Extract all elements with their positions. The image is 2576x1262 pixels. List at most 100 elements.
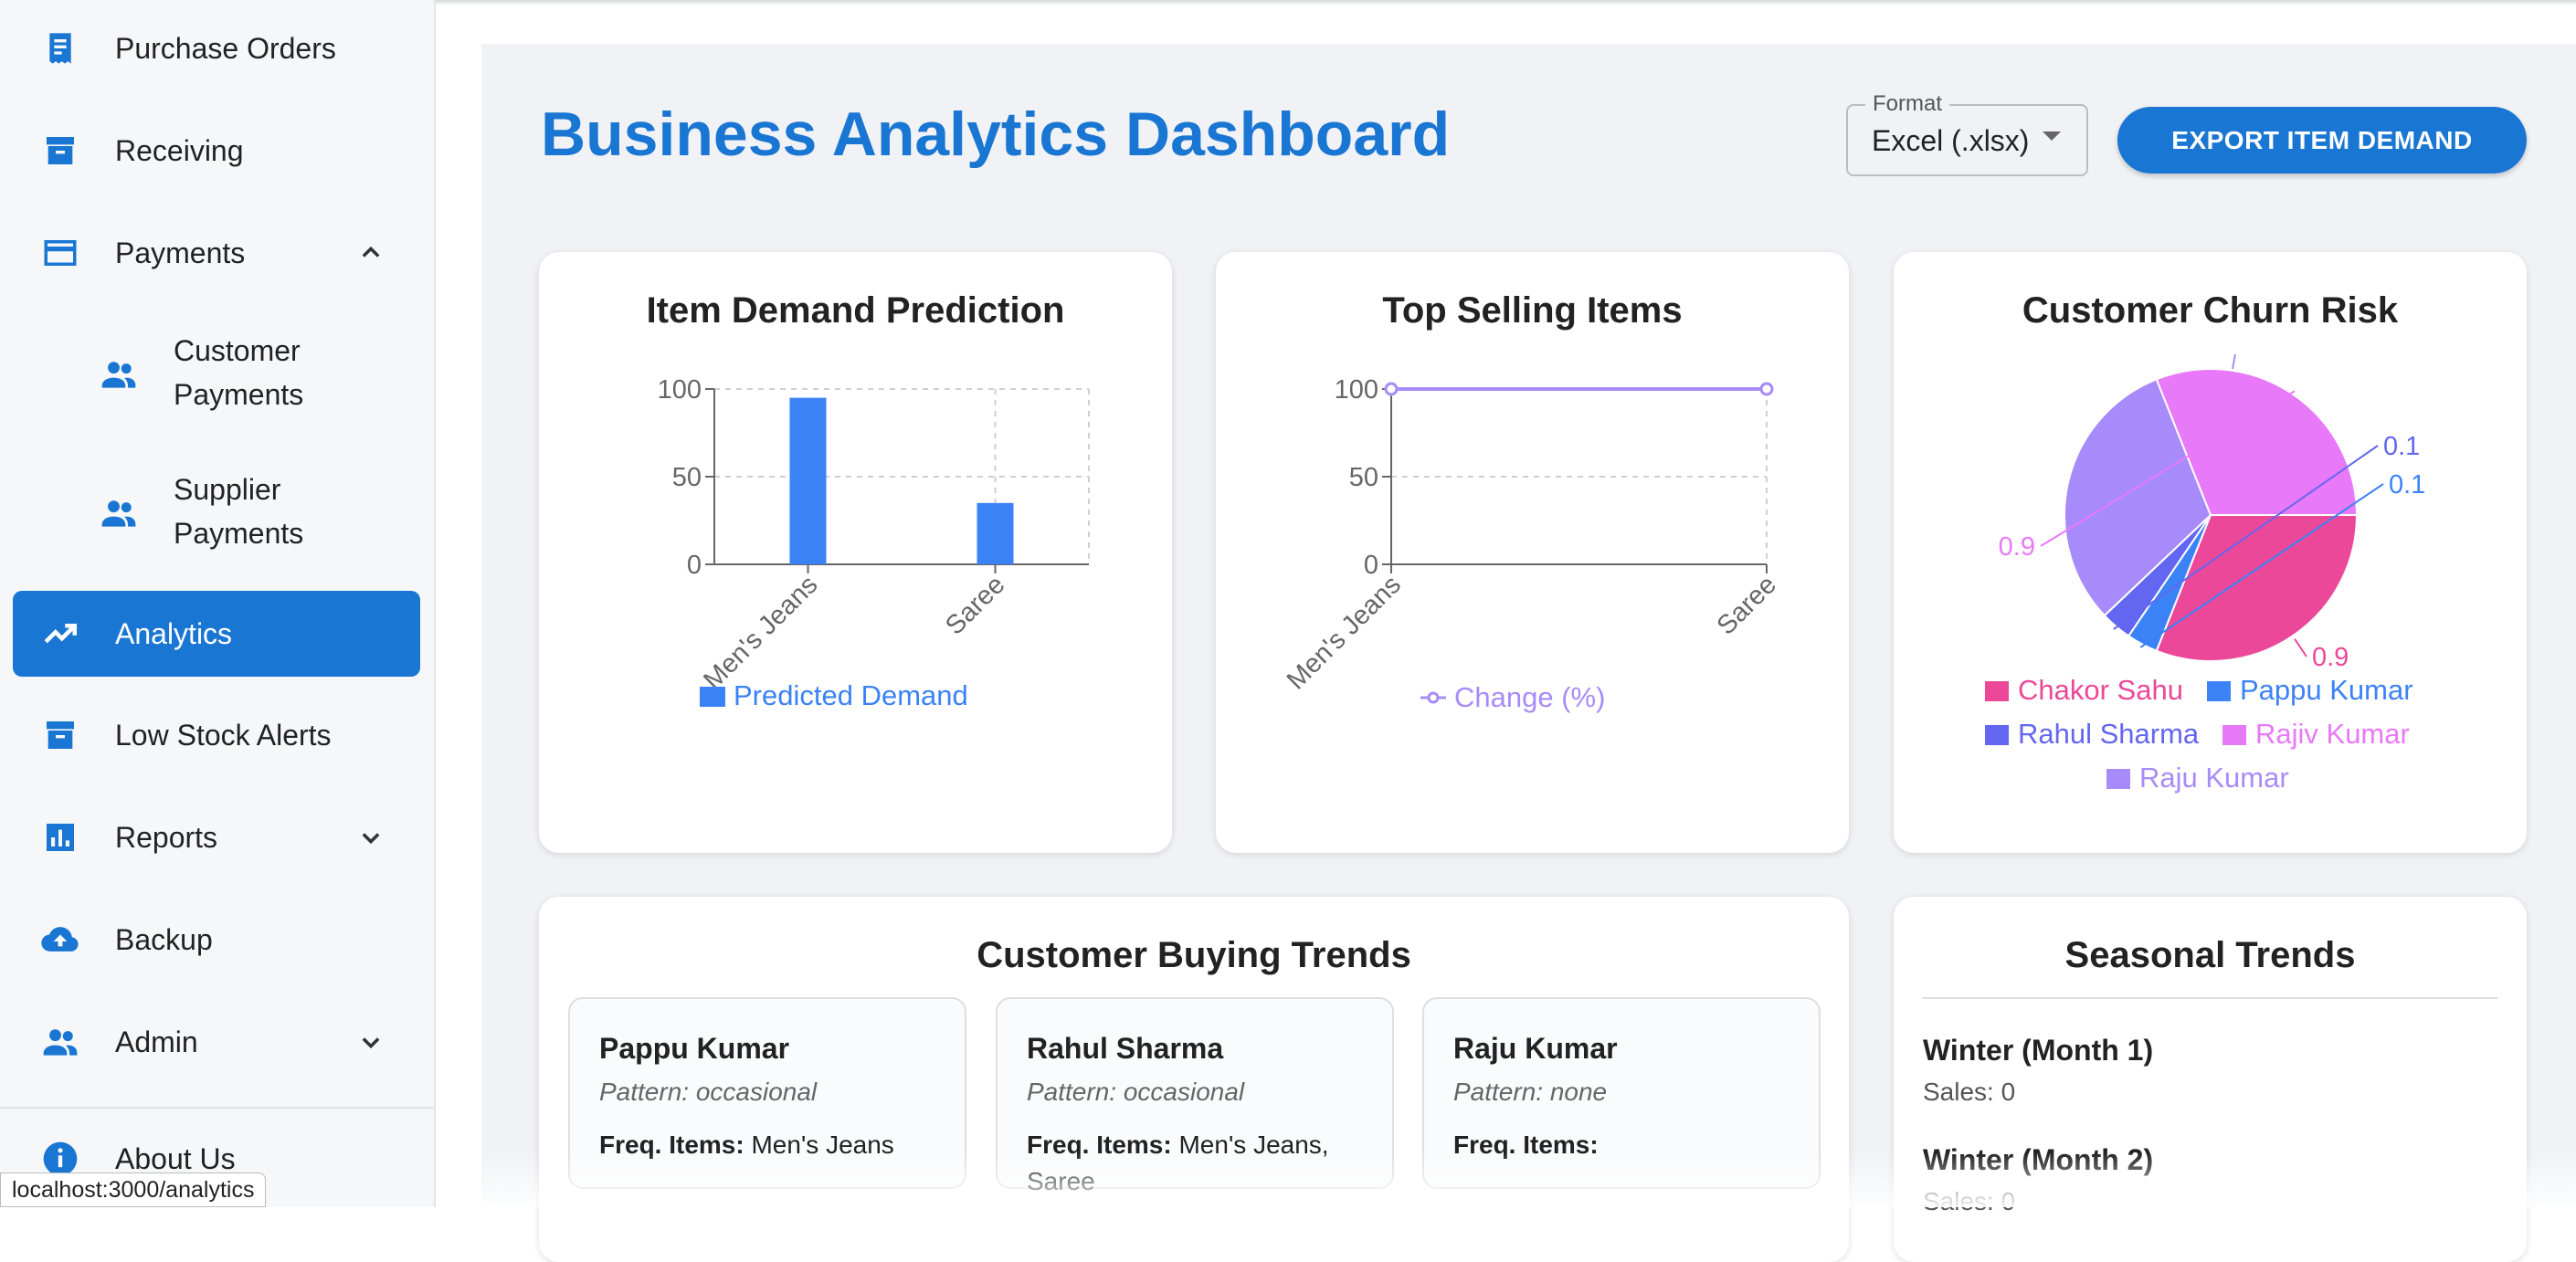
trending-up-icon: [38, 612, 82, 656]
cloud-upload-icon: [38, 918, 82, 962]
sidebar-item-payments[interactable]: Payments: [13, 210, 420, 296]
trend-card-pappu: Pappu Kumar Pattern: occasional Freq. It…: [568, 997, 966, 1189]
y-tick-label: 0: [687, 551, 702, 580]
card-title: Customer Buying Trends: [977, 935, 1411, 975]
trend-pattern: Pattern: occasional: [1027, 1078, 1245, 1106]
sidebar-item-label: Reports: [115, 821, 218, 854]
sidebar-divider: [0, 1107, 436, 1109]
people-icon: [97, 352, 141, 396]
archive-icon: [38, 713, 82, 757]
demand-bar-chart: 0 50 100 Men's Jeans Saree Predicted Demand: [658, 375, 1090, 711]
bar-chart-icon: [38, 815, 82, 859]
item-demand-card: Item Demand Prediction 0 50 100 Men's Jeans…: [539, 252, 1172, 853]
series-point: [1384, 382, 1399, 396]
season-name: Winter (Month 1): [1923, 1034, 2154, 1067]
top-selling-line-chart: 0 50 100 Men's Jeans Saree Change (%): [1282, 375, 1782, 713]
slice-label: 0.9: [1999, 532, 2035, 562]
sidebar-item-label: Backup: [115, 923, 213, 956]
sidebar-item-analytics[interactable]: Analytics: [13, 591, 420, 677]
legend-label: Chakor Sahu: [2018, 674, 2183, 706]
sidebar-item-label: Admin: [115, 1025, 198, 1058]
sidebar-item-label: Purchase Orders: [115, 32, 336, 65]
sidebar-item-backup[interactable]: Backup: [13, 897, 420, 983]
sidebar-item-low-stock-alerts[interactable]: Low Stock Alerts: [13, 692, 420, 778]
slice-label: 0.1: [2383, 432, 2420, 461]
legend-label: Predicted Demand: [734, 679, 968, 711]
sidebar-item-label: Receiving: [115, 134, 244, 167]
sidebar-item-purchase-orders[interactable]: Purchase Orders: [13, 5, 420, 91]
legend-marker: [1427, 691, 1440, 704]
slice-leader-line: [2294, 638, 2307, 657]
legend-swatch: [1985, 681, 2009, 701]
x-tick-label: Men's Jeans: [1282, 570, 1407, 695]
sidebar-item-reports[interactable]: Reports: [13, 794, 420, 880]
sidebar-item-label: Payments: [174, 378, 304, 411]
people-icon: [97, 491, 141, 535]
slice-leader-line: [2232, 353, 2236, 370]
sidebar-item-supplier-payments[interactable]: Supplier Payments: [13, 468, 420, 559]
series-point: [1759, 382, 1774, 396]
export-item-demand-button[interactable]: EXPORT ITEM DEMAND: [2117, 107, 2527, 174]
status-bar-url: localhost:3000/analytics: [0, 1173, 267, 1207]
sidebar-item-receiving[interactable]: Receiving: [13, 108, 420, 194]
legend-label: Raju Kumar: [2139, 762, 2289, 794]
seasonal-divider: [1922, 997, 2497, 999]
legend-label: Pappu Kumar: [2240, 674, 2413, 706]
y-tick-label: 100: [1335, 375, 1378, 405]
trend-card-rahul: Rahul Sharma Pattern: occasional Freq. I…: [996, 997, 1394, 1195]
sidebar-item-label: Payments: [174, 517, 304, 550]
chevron-up-icon[interactable]: [353, 235, 389, 271]
credit-card-icon: [38, 231, 82, 275]
trend-customer-name: Raju Kumar: [1453, 1032, 1618, 1065]
trend-card-raju: Raju Kumar Pattern: none Freq. Items:: [1422, 997, 1821, 1189]
format-select-value[interactable]: Excel (.xlsx): [1872, 124, 2029, 158]
sidebar-item-label: Analytics: [115, 617, 233, 650]
churn-pie-chart: 0.9 0.1 0.1 0.9 Chakor Sahu Pappu Kumar Rahul …: [1985, 353, 2425, 794]
dropdown-caret-icon[interactable]: [2043, 131, 2061, 141]
trend-pattern: Pattern: none: [1453, 1078, 1608, 1106]
sidebar-item-customer-payments[interactable]: Customer Payments: [13, 329, 420, 420]
sidebar-item-admin[interactable]: Admin: [13, 999, 420, 1085]
page-title: Business Analytics Dashboard: [541, 100, 1451, 169]
trend-customer-name: Pappu Kumar: [599, 1032, 790, 1065]
trend-freq-items: Freq. Items:: [1453, 1131, 1599, 1159]
trend-freq-items: Freq. Items: Men's Jeans, Saree: [1027, 1131, 1329, 1195]
slice-label: 0.9: [2312, 643, 2349, 672]
legend-swatch: [700, 687, 725, 707]
season-name: Winter (Month 2): [1923, 1143, 2154, 1176]
y-tick-label: 100: [658, 375, 702, 405]
y-tick-label: 50: [1349, 463, 1378, 492]
sidebar-item-label: Low Stock Alerts: [115, 719, 332, 752]
chevron-down-icon[interactable]: [353, 1024, 389, 1060]
season-sales: Sales: 0: [1923, 1187, 2016, 1215]
legend-swatch: [2207, 681, 2231, 701]
trend-customer-name: Rahul Sharma: [1027, 1032, 1224, 1065]
legend-swatch: [1985, 725, 2009, 745]
sidebar-item-label: Customer: [174, 334, 301, 367]
sidebar-item-label: Payments: [115, 237, 246, 269]
slice-label: 0.1: [2389, 470, 2425, 500]
trend-pattern: Pattern: occasional: [599, 1078, 818, 1106]
x-tick-label: Saree: [940, 570, 1010, 640]
sidebar: Purchase Orders Receiving Payments Custo…: [0, 0, 436, 1207]
x-tick-label: Saree: [1712, 570, 1782, 640]
y-tick-label: 50: [672, 463, 702, 492]
legend-swatch: [2106, 769, 2130, 789]
archive-icon: [38, 129, 82, 173]
x-tick-label: Men's Jeans: [698, 570, 823, 695]
churn-risk-card: Customer Churn Risk 0.9 0.1 0.1 0.9 Chakor S…: [1894, 252, 2527, 853]
bar: [789, 397, 827, 564]
legend-label: Rahul Sharma: [2018, 718, 2200, 750]
legend-label: Change (%): [1454, 681, 1605, 713]
sidebar-item-label: Supplier: [174, 473, 281, 506]
chevron-down-icon[interactable]: [353, 819, 389, 856]
season-sales: Sales: 0: [1923, 1078, 2016, 1106]
trend-freq-items: Freq. Items: Men's Jeans: [599, 1131, 894, 1159]
y-tick-label: 0: [1364, 551, 1378, 580]
legend-swatch: [2222, 725, 2246, 745]
legend-label: Rajiv Kumar: [2255, 718, 2410, 750]
receipt-icon: [38, 26, 82, 70]
top-selling-card: Top Selling Items 0 50 100 Men's Jeans Saree…: [1216, 252, 1849, 853]
people-icon: [38, 1020, 82, 1064]
format-select-label: Format: [1865, 91, 1950, 117]
